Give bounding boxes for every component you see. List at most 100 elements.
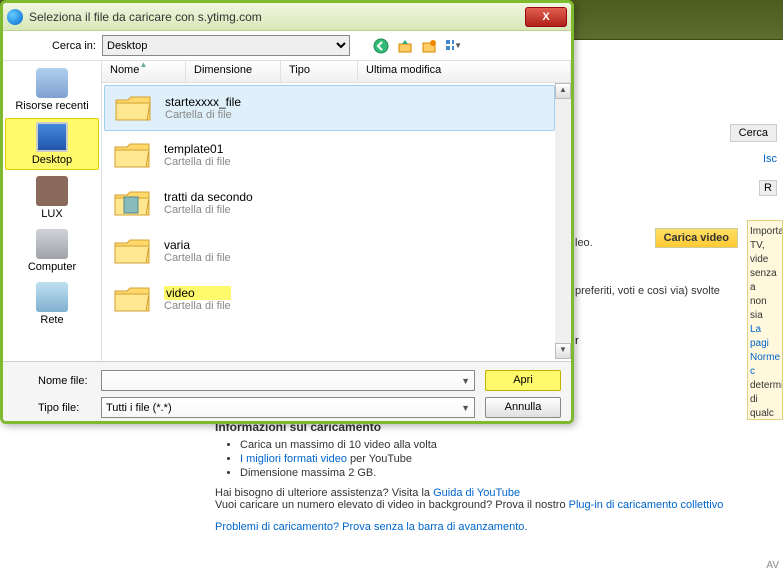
file-name: video — [164, 286, 231, 300]
folder-icon — [112, 139, 152, 171]
folder-icon — [112, 187, 152, 219]
filetype-value: Tutti i file (*.*) — [106, 402, 172, 414]
dialog-title: Seleziona il file da caricare con s.ytim… — [29, 10, 525, 24]
filename-combobox[interactable]: ▼ — [101, 370, 475, 391]
file-row[interactable]: varia Cartella di file — [102, 227, 555, 275]
column-headers: ▲Nome Dimensione Tipo Ultima modifica — [102, 61, 571, 83]
column-type[interactable]: Tipo — [281, 61, 358, 82]
file-type: Cartella di file — [164, 300, 231, 312]
column-label: Nome — [110, 64, 139, 76]
file-row[interactable]: video Cartella di file — [102, 275, 555, 323]
upload-problems-link[interactable]: Problemi di caricamento? Prova senza la … — [215, 521, 527, 533]
file-row[interactable]: template01 Cartella di file — [102, 131, 555, 179]
ie-icon — [7, 9, 23, 25]
scroll-down-icon[interactable]: ▼ — [555, 343, 571, 359]
file-row[interactable]: startexxxx_file Cartella di file — [104, 85, 555, 131]
info-link[interactable]: La pagi — [750, 323, 780, 351]
file-type: Cartella di file — [164, 204, 253, 216]
info-list-item: I migliori formati video per YouTube — [240, 453, 777, 465]
recent-icon — [36, 68, 68, 98]
info-line: determi — [750, 379, 780, 393]
file-row[interactable]: tratti da secondo Cartella di file — [102, 179, 555, 227]
column-size[interactable]: Dimensione — [186, 61, 281, 82]
r-button[interactable]: R — [759, 180, 777, 196]
dialog-titlebar[interactable]: Seleziona il file da caricare con s.ytim… — [3, 3, 571, 31]
sidebar-item-label: LUX — [41, 208, 62, 220]
chevron-down-icon: ▼ — [461, 403, 470, 413]
column-modified[interactable]: Ultima modifica — [358, 61, 571, 82]
sidebar-item-desktop[interactable]: Desktop — [5, 118, 99, 170]
search-button[interactable]: Cerca — [730, 124, 777, 142]
computer-icon — [36, 229, 68, 259]
sidebar-item-label: Computer — [28, 261, 76, 273]
file-rows: ▲ ▼ startexxxx_file Cartella di file tem… — [102, 83, 571, 359]
places-sidebar: Risorse recenti Desktop LUX Computer Ret… — [3, 61, 101, 361]
dialog-bottom-bar: Nome file: ▼ Apri Tipo file: Tutti i fil… — [3, 361, 571, 424]
info-line: di qualc — [750, 393, 780, 420]
upload-info-section: Informazioni sul caricamento Carica un m… — [215, 420, 777, 533]
help-text: Vuoi caricare un numero elevato di video… — [215, 499, 569, 511]
sidebar-item-label: Rete — [40, 314, 63, 326]
view-mode-icon[interactable]: ▼ — [444, 37, 462, 55]
info-list-text: per YouTube — [347, 453, 412, 465]
info-link[interactable]: Norme c — [750, 351, 780, 379]
youtube-guide-link[interactable]: Guida di YouTube — [433, 487, 520, 499]
user-icon — [36, 176, 68, 206]
subscribe-link[interactable]: Isc — [763, 153, 777, 165]
info-line: TV, vide — [750, 239, 780, 267]
folder-icon — [112, 283, 152, 315]
sidebar-item-user[interactable]: LUX — [5, 173, 99, 223]
sort-asc-icon: ▲ — [140, 60, 148, 69]
help-line: Hai bisogno di ulteriore assistenza? Vis… — [215, 487, 777, 499]
desktop-icon — [36, 122, 68, 152]
file-name: varia — [164, 238, 231, 252]
open-button[interactable]: Apri — [485, 370, 561, 391]
best-formats-link[interactable]: I migliori formati video — [240, 453, 347, 465]
folder-icon — [112, 235, 152, 267]
chevron-down-icon: ▼ — [461, 376, 470, 386]
bg-text-leo: leo. — [575, 237, 593, 249]
filename-label: Nome file: — [13, 375, 91, 387]
bulk-upload-plugin-link[interactable]: Plug-in di caricamento collettivo — [569, 499, 724, 511]
sidebar-item-computer[interactable]: Computer — [5, 226, 99, 276]
search-area: Cerca — [730, 124, 777, 142]
dialog-toolbar: Cerca in: Desktop ▼ — [3, 31, 571, 61]
help-line: Vuoi caricare un numero elevato di video… — [215, 499, 777, 511]
file-type: Cartella di file — [164, 252, 231, 264]
file-type: Cartella di file — [164, 156, 231, 168]
filetype-combobox[interactable]: Tutti i file (*.*) ▼ — [101, 397, 475, 418]
file-name: template01 — [164, 142, 231, 156]
sidebar-item-network[interactable]: Rete — [5, 279, 99, 329]
sidebar-item-label: Risorse recenti — [15, 100, 88, 112]
file-name: startexxxx_file — [165, 95, 241, 109]
info-line: non sia — [750, 295, 780, 323]
help-text: Hai bisogno di ulteriore assistenza? Vis… — [215, 487, 433, 499]
sidebar-item-recent[interactable]: Risorse recenti — [5, 65, 99, 115]
search-in-dropdown[interactable]: Desktop — [102, 35, 350, 56]
file-name: tratti da secondo — [164, 190, 253, 204]
back-icon[interactable] — [372, 37, 390, 55]
column-name[interactable]: ▲Nome — [102, 61, 186, 82]
info-list-item: Dimensione massima 2 GB. — [240, 467, 777, 479]
cancel-button[interactable]: Annulla — [485, 397, 561, 418]
close-button[interactable]: X — [525, 7, 567, 27]
info-list-item: Carica un massimo di 10 video alla volta — [240, 439, 777, 451]
info-line: Importa — [750, 225, 780, 239]
search-in-label: Cerca in: — [11, 40, 96, 52]
file-open-dialog: Seleziona il file da caricare con s.ytim… — [0, 0, 574, 424]
file-type: Cartella di file — [165, 109, 241, 121]
bg-text-pref: preferiti, voti e così via) svolte — [575, 285, 720, 297]
folder-icon — [113, 92, 153, 124]
filetype-label: Tipo file: — [13, 402, 91, 414]
info-line: senza a — [750, 267, 780, 295]
up-folder-icon[interactable] — [396, 37, 414, 55]
upload-video-button[interactable]: Carica video — [655, 228, 738, 248]
file-list: ▲Nome Dimensione Tipo Ultima modifica ▲ … — [101, 61, 571, 361]
new-folder-icon[interactable] — [420, 37, 438, 55]
info-box: Importa TV, vide senza a non sia La pagi… — [747, 220, 783, 420]
sidebar-item-label: Desktop — [32, 154, 72, 166]
scroll-up-icon[interactable]: ▲ — [555, 83, 571, 99]
scrollbar[interactable]: ▲ ▼ — [555, 83, 571, 359]
bg-text-r: r — [575, 335, 579, 347]
av-label: AV — [766, 560, 779, 571]
